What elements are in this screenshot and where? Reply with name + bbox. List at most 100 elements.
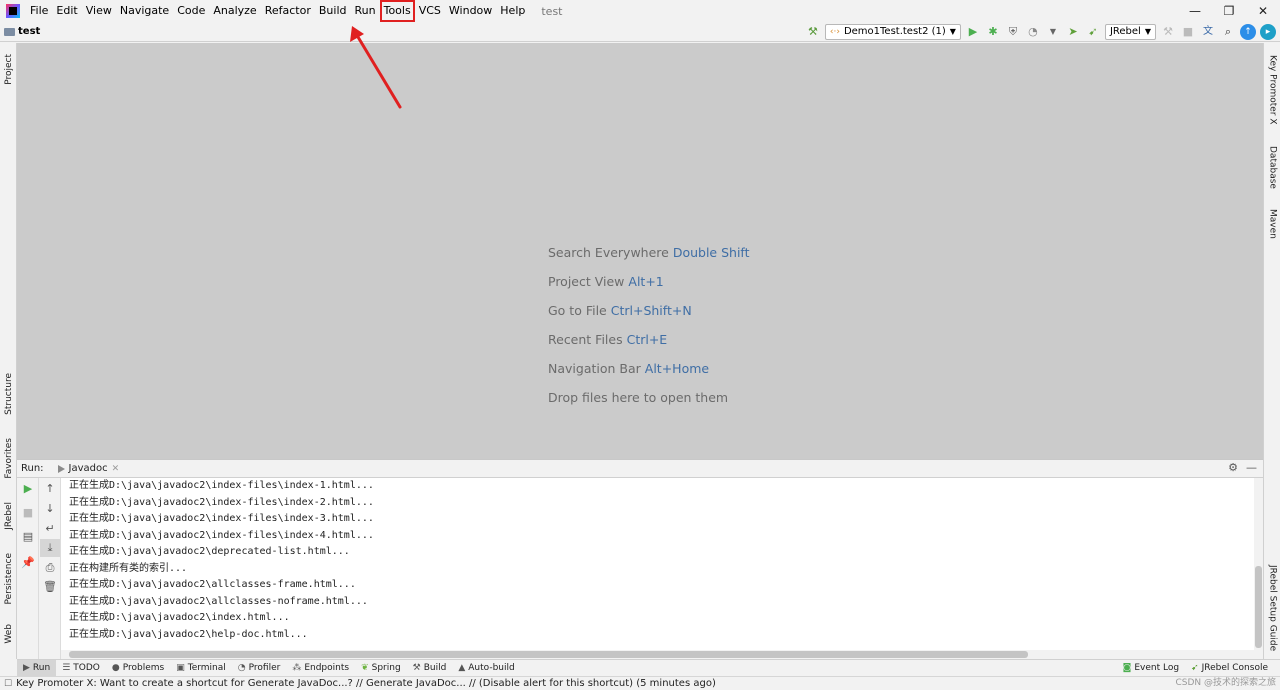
bottom-tab-profiler[interactable]: ◔ Profiler [232, 660, 287, 676]
menu-navigate[interactable]: Navigate [116, 0, 173, 22]
bottom-tab-auto-build[interactable]: ▲ Auto-build [452, 660, 520, 676]
stop-icon[interactable]: ■ [1180, 24, 1196, 40]
spring-icon: ❦ [361, 663, 369, 673]
hint-recent-files: Recent Files Ctrl+E [548, 332, 668, 347]
plugin-icon[interactable]: ▸ [1260, 24, 1276, 40]
profile-icon[interactable]: ◔ [1025, 24, 1041, 40]
bottom-tool-bar: ▶ Run ☰ TODO ● Problems ▣ Terminal ◔ Profiler… [17, 659, 1280, 676]
tool-tab-database[interactable]: Database [1264, 141, 1280, 193]
jrebel-run-icon[interactable]: ➤ [1065, 24, 1081, 40]
tool-tab-jrebel-setup-label: JRebel Setup Guide [1267, 564, 1278, 652]
tool-tab-project[interactable]: Project [0, 47, 17, 91]
status-message[interactable]: Key Promoter X: Want to create a shortcu… [16, 678, 716, 689]
tool-tab-jrebel[interactable]: JRebel [0, 494, 17, 538]
bottom-tab-jrebel-console-label: JRebel Console [1201, 663, 1268, 673]
menu-edit[interactable]: Edit [52, 0, 81, 22]
trash-icon[interactable]: 🗑 [40, 578, 60, 596]
bottom-tab-endpoints[interactable]: ⁂ Endpoints [286, 660, 355, 676]
bottom-tab-endpoints-label: Endpoints [304, 663, 350, 673]
menu-build[interactable]: Build [315, 0, 351, 22]
hint-drop-files: Drop files here to open them [548, 390, 729, 405]
debug-icon[interactable]: ✱ [985, 24, 1001, 40]
editor-empty-area[interactable]: Search Everywhere Double Shift Project V… [17, 43, 1263, 459]
hammer-build-icon[interactable]: ⚒ [805, 24, 821, 40]
tool-tab-jrebel-setup[interactable]: JRebel Setup Guide [1264, 563, 1280, 653]
status-toggle-icon[interactable]: ☐ [4, 679, 12, 689]
run-icon[interactable]: ▶ [965, 24, 981, 40]
close-button[interactable]: ✕ [1246, 0, 1280, 22]
config-icon: ‹·› [829, 27, 840, 37]
tool-tab-maven-label: Maven [1267, 209, 1278, 239]
intellij-logo-icon [6, 4, 20, 18]
layout-icon[interactable]: ▤ [18, 528, 38, 546]
bottom-tab-run[interactable]: ▶ Run [17, 660, 57, 676]
soft-wrap-icon[interactable]: ↵ [40, 520, 60, 538]
breadcrumb-project[interactable]: test [4, 26, 40, 37]
run-config-selector[interactable]: ‹·› Demo1Test.test2 (1) ▼ [824, 24, 961, 40]
tool-tab-persistence[interactable]: Persistence [0, 548, 17, 610]
tool-tab-maven[interactable]: Maven [1264, 203, 1280, 245]
left-tool-strip: Project Structure Favorites JRebel Persi… [0, 43, 17, 659]
print-icon[interactable]: ⎙ [40, 559, 60, 577]
jrebel-debug-icon[interactable]: ➹ [1085, 24, 1101, 40]
tool-tab-favorites[interactable]: Favorites [0, 432, 17, 484]
hammer-disabled-icon[interactable]: ⚒ [1160, 24, 1176, 40]
tool-tab-web[interactable]: Web [0, 617, 17, 651]
arrow-down-icon[interactable]: ↓ [40, 500, 60, 518]
run-tab-javadoc[interactable]: Javadoc ✕ [57, 463, 120, 474]
minimize-button[interactable]: — [1178, 0, 1212, 22]
watermark: CSDN @技术的探索之旅 [1175, 678, 1276, 688]
window-title: test [541, 4, 563, 18]
arrow-up-icon[interactable]: ↑ [40, 480, 60, 498]
close-tab-icon[interactable]: ✕ [112, 464, 120, 474]
hint-go-to-file: Go to File Ctrl+Shift+N [548, 303, 692, 318]
bottom-tab-spring[interactable]: ❦ Spring [355, 660, 407, 676]
bottom-tab-problems[interactable]: ● Problems [106, 660, 170, 676]
hide-panel-icon[interactable]: — [1246, 461, 1257, 474]
translate-icon[interactable]: 文 [1200, 24, 1216, 40]
coverage-icon[interactable]: ⛨ [1005, 24, 1021, 40]
bottom-tab-terminal[interactable]: ▣ Terminal [170, 660, 232, 676]
menu-window[interactable]: Window [445, 0, 496, 22]
console-output[interactable]: 正在生成D:\java\javadoc2\index-files\index-1… [61, 478, 1254, 650]
update-icon[interactable]: ↑ [1240, 24, 1256, 40]
menu-view[interactable]: View [82, 0, 116, 22]
tool-tab-structure-label: Structure [3, 373, 14, 415]
tool-tab-key-promoter[interactable]: Key Promoter X [1264, 51, 1280, 129]
menu-file[interactable]: File [26, 0, 52, 22]
stop-icon[interactable]: ■ [18, 504, 38, 522]
bottom-tab-todo[interactable]: ☰ TODO [56, 660, 106, 676]
run-actions-toolbar: ▶ ■ ▤ 📌 [17, 478, 39, 659]
menu-analyze[interactable]: Analyze [209, 0, 260, 22]
bottom-tab-event-log[interactable]: ◙ Event Log [1117, 660, 1185, 676]
hint-project-view: Project View Alt+1 [548, 274, 664, 289]
menu-refactor[interactable]: Refactor [261, 0, 315, 22]
menu-code[interactable]: Code [173, 0, 209, 22]
run-config-label: Demo1Test.test2 (1) [843, 26, 946, 37]
menu-tools[interactable]: Tools [379, 0, 415, 22]
bottom-tab-problems-label: Problems [122, 663, 165, 673]
more-run-icon[interactable]: ▼ [1045, 24, 1061, 40]
console-line: 正在生成D:\java\javadoc2\index-files\index-3… [69, 513, 374, 524]
tool-tab-structure[interactable]: Structure [0, 368, 17, 420]
scroll-to-end-icon[interactable]: ⤓ [40, 539, 60, 557]
jrebel-selector[interactable]: JRebel ▼ [1104, 24, 1156, 40]
console-line: 正在生成D:\java\javadoc2\allclasses-noframe.… [69, 595, 368, 607]
horizontal-scrollbar[interactable] [69, 651, 1028, 658]
console-line: 正在生成D:\java\javadoc2\help-doc.html... [69, 628, 308, 640]
info-icon: ● [111, 663, 120, 673]
pin-icon[interactable]: 📌 [18, 554, 38, 572]
search-icon[interactable]: ⌕ [1220, 24, 1236, 40]
bottom-tab-build[interactable]: ⚒ Build [407, 660, 453, 676]
vertical-scrollbar[interactable] [1255, 566, 1262, 648]
menu-vcs[interactable]: VCS [415, 0, 445, 22]
window-controls: — ❐ ✕ [1178, 0, 1280, 22]
menu-help[interactable]: Help [496, 0, 529, 22]
rerun-icon[interactable]: ▶ [18, 480, 38, 498]
gear-icon[interactable]: ⚙ [1228, 461, 1238, 474]
menu-run[interactable]: Run [351, 0, 380, 22]
bottom-tab-spring-label: Spring [371, 663, 401, 673]
bottom-tab-jrebel-console[interactable]: ➹ JRebel Console [1185, 660, 1274, 676]
restore-button[interactable]: ❐ [1212, 0, 1246, 22]
tool-tab-favorites-label: Favorites [3, 437, 14, 479]
